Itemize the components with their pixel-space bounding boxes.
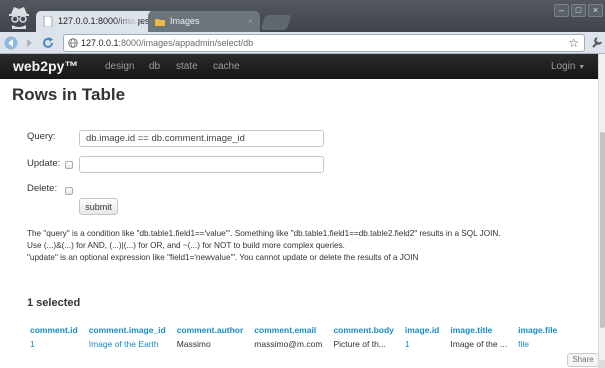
column-header[interactable]: comment.id (27, 322, 86, 337)
login-menu[interactable]: Login ▼ (551, 54, 585, 80)
column-header[interactable]: comment.author (174, 322, 252, 337)
table-cell: massimo@m.com (254, 339, 323, 349)
results-table: comment.id comment.image_id comment.auth… (27, 322, 565, 351)
table-cell: Picture of th... (333, 339, 386, 349)
browser-titlebar: 127.0.0.1:8000/images/def × Images × – □… (0, 0, 605, 32)
star-icon[interactable]: ☆ (568, 35, 579, 51)
help-text-update: "update" is an optional expression like … (27, 253, 419, 262)
column-header[interactable]: comment.email (251, 322, 330, 337)
comment-id-link[interactable]: 1 (27, 337, 86, 351)
globe-icon (68, 38, 78, 48)
folder-icon (155, 19, 165, 26)
help-text-operators: Use (...)&(...) for AND, (...)|(...) for… (27, 241, 345, 250)
update-input[interactable] (79, 156, 324, 173)
reload-icon[interactable] (41, 36, 55, 50)
selected-count: 1 selected (27, 297, 81, 309)
share-button[interactable]: Share (567, 353, 599, 367)
update-label: Update: (27, 158, 61, 169)
forward-icon[interactable] (22, 36, 36, 50)
close-window-button[interactable]: × (588, 4, 603, 17)
column-header[interactable]: comment.image_id (86, 322, 174, 337)
url-host: 127.0.0.1 (81, 38, 119, 48)
nav-link-db[interactable]: db (149, 54, 160, 79)
scrollbar-corner (598, 360, 605, 368)
brand-logo[interactable]: web2py™ (13, 54, 78, 79)
nav-link-cache[interactable]: cache (213, 54, 240, 79)
image-file-link[interactable]: file (515, 337, 565, 351)
page-scrollbar[interactable] (598, 54, 605, 368)
tab-close-icon[interactable]: × (142, 11, 147, 32)
table-header-row: comment.id comment.image_id comment.auth… (27, 322, 565, 337)
image-id-link[interactable]: 1 (402, 337, 447, 351)
url-path: :8000/images/appadmin/select/db (118, 38, 254, 48)
scrollbar-thumb[interactable] (600, 132, 605, 328)
incognito-icon (9, 7, 29, 29)
back-icon[interactable] (4, 36, 18, 50)
submit-button[interactable]: submit (79, 198, 118, 215)
nav-link-state[interactable]: state (176, 54, 198, 79)
tab-label: 127.0.0.1:8000/images/def (58, 16, 154, 26)
query-label: Query: (27, 131, 56, 142)
comment-image-id-link[interactable]: Image of the Earth (86, 337, 174, 351)
query-input[interactable] (79, 130, 324, 147)
wrench-icon[interactable] (591, 36, 603, 49)
caret-down-icon: ▼ (578, 64, 586, 71)
login-label: Login (551, 61, 576, 72)
app-navbar: web2py™ design db state cache Login ▼ (0, 54, 598, 79)
column-header[interactable]: image.title (447, 322, 515, 337)
nav-link-design[interactable]: design (105, 54, 134, 79)
maximize-button[interactable]: □ (571, 4, 586, 17)
window-controls: – □ × (554, 4, 603, 17)
update-checkbox[interactable] (65, 161, 73, 169)
delete-label: Delete: (27, 183, 58, 194)
minimize-button[interactable]: – (554, 4, 569, 17)
address-bar[interactable]: 127.0.0.1:8000/images/appadmin/select/db… (63, 34, 585, 52)
browser-tab-images[interactable]: Images × (148, 11, 260, 32)
tab-close-icon[interactable]: × (248, 11, 253, 32)
table-cell: Massimo (176, 339, 211, 349)
table-row: 1 Image of the Earth Massimo massimo@m.c… (27, 337, 565, 351)
delete-checkbox[interactable] (65, 187, 73, 195)
page-title: Rows in Table (12, 85, 126, 104)
browser-tab-active[interactable]: 127.0.0.1:8000/images/def × (36, 11, 154, 32)
page-icon (43, 16, 53, 27)
new-tab-button[interactable] (260, 15, 292, 30)
column-header[interactable]: image.file (515, 322, 565, 337)
column-header[interactable]: image.id (402, 322, 447, 337)
tab-label: Images (170, 16, 200, 26)
table-cell: Image of the ... (450, 339, 508, 349)
column-header[interactable]: comment.body (330, 322, 401, 337)
browser-toolbar: 127.0.0.1:8000/images/appadmin/select/db… (0, 32, 605, 54)
help-text-query: The "query" is a condition like "db.tabl… (27, 229, 501, 238)
